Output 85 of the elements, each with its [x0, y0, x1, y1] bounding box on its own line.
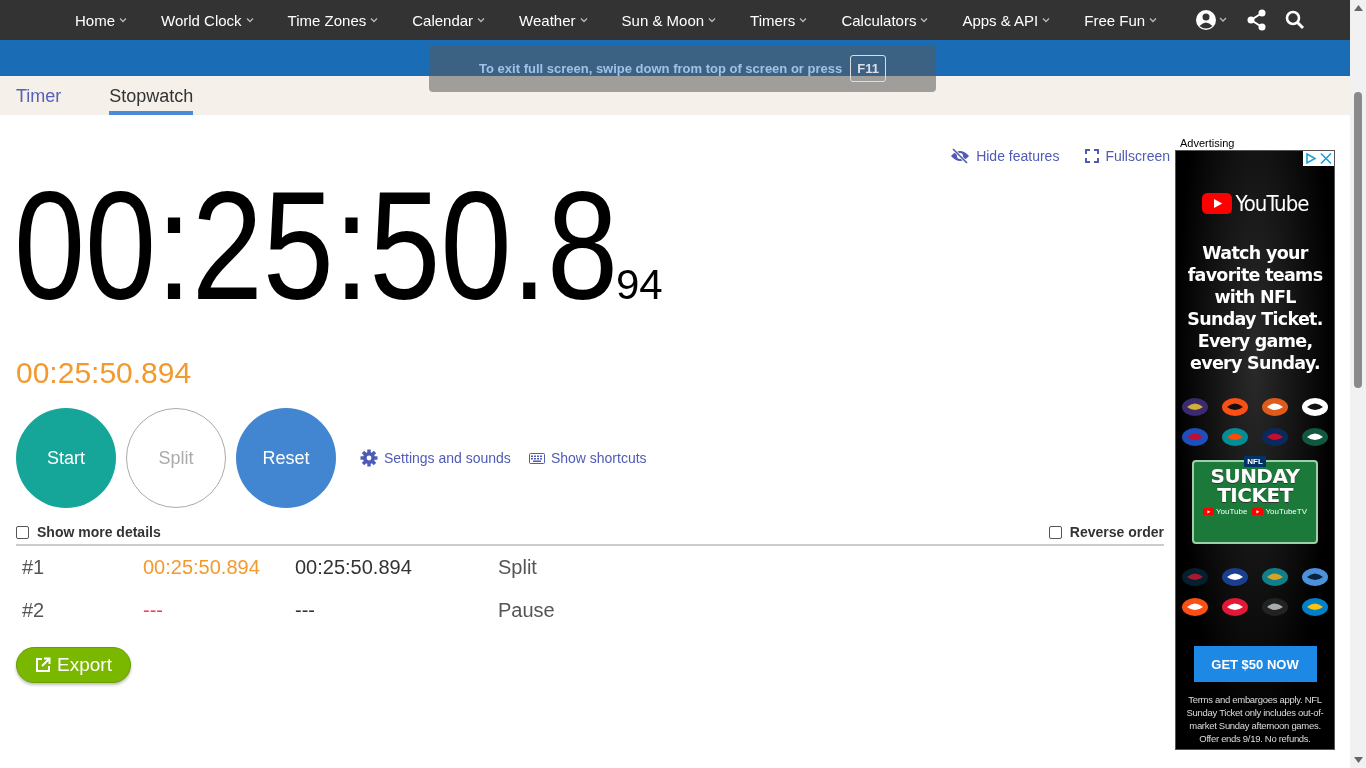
ticket-title: TICKET — [1217, 486, 1293, 505]
team-logo-icon — [1221, 596, 1249, 618]
play-logo-icon — [1201, 193, 1232, 214]
scroll-up-icon[interactable] — [1353, 5, 1363, 11]
close-icon[interactable] — [1318, 151, 1334, 166]
ad-label: Advertising — [1180, 137, 1236, 150]
scrollbar[interactable] — [1350, 0, 1366, 768]
ad-headline: Watch your favorite teams with NFL Sunday Ticket. Every game, every Sunday. — [1186, 242, 1324, 374]
team-logo-icon — [1181, 596, 1209, 618]
nav-menu-item[interactable]: Time Zones — [287, 11, 379, 29]
total-time: 00:25:50.894 — [16, 356, 193, 390]
ad-banner[interactable] — [1175, 150, 1335, 750]
team-logo-icon — [1181, 566, 1209, 588]
play-logo-icon — [1202, 507, 1214, 516]
team-logo-icon — [1221, 396, 1249, 418]
partner-name: YouTube — [1215, 507, 1248, 516]
lap-type: Split — [498, 556, 538, 579]
lap-total-time: 00:25:50.894 — [295, 556, 413, 579]
eye-crossed-icon — [950, 148, 971, 164]
team-logo-icon — [1261, 396, 1289, 418]
team-logo-icon — [1261, 566, 1289, 588]
chevron-icon — [920, 17, 929, 23]
ad-cta-button[interactable]: GET $50 NOW — [1193, 646, 1317, 682]
ad-brand: YouTube — [1235, 191, 1309, 216]
team-logo-icon — [1301, 566, 1329, 588]
lap-type: Pause — [498, 599, 556, 622]
chevron-icon — [119, 17, 127, 23]
shortcuts-link[interactable]: Show shortcuts — [528, 450, 647, 466]
external-link-icon — [35, 657, 51, 673]
tab[interactable]: Stopwatch — [109, 76, 194, 115]
chevron-icon — [477, 17, 486, 23]
nav-menu-item[interactable]: Calendar — [412, 11, 486, 29]
checkbox[interactable] — [1048, 525, 1062, 539]
nav-menu-item[interactable]: Weather — [519, 11, 588, 29]
ticket-title: SUNDAY — [1210, 467, 1300, 486]
team-logo-icon — [1261, 426, 1289, 448]
lap-time: 00:25:50.894 — [143, 556, 261, 579]
nav-menu-item[interactable]: World Clock — [161, 11, 254, 29]
checkbox-label: Show more details — [37, 524, 161, 540]
scroll-down-icon[interactable] — [1353, 757, 1363, 763]
nav-menu-item[interactable]: Free Fun — [1084, 11, 1158, 29]
reset-button[interactable]: Reset — [236, 408, 336, 508]
notice-text: To exit full screen, swipe down from top of screen or press — [479, 61, 843, 76]
team-logo-icon — [1301, 596, 1329, 618]
chevron-icon — [245, 17, 254, 23]
play-logo-icon — [1252, 507, 1264, 516]
keyboard-icon — [528, 452, 545, 464]
team-logo-icon — [1301, 396, 1329, 418]
lap-time: --- — [143, 599, 164, 622]
team-logo-icon — [1221, 426, 1249, 448]
chevron-icon — [1149, 17, 1158, 23]
lap-number: #2 — [22, 599, 46, 622]
nav-menu-item[interactable]: Sun & Moon — [621, 11, 717, 29]
chevron-icon — [799, 17, 808, 23]
nav-menu-item[interactable]: Home — [75, 11, 127, 29]
share-icon[interactable] — [1247, 9, 1268, 31]
checkbox[interactable] — [16, 525, 29, 539]
tab[interactable]: Timer — [16, 76, 62, 115]
lap-total-time: --- — [295, 599, 316, 622]
nav-menu-item[interactable]: Calculators — [841, 11, 929, 29]
chevron-icon — [579, 17, 588, 23]
scrollbar-thumb[interactable] — [1354, 92, 1362, 388]
team-logo-icon — [1181, 426, 1209, 448]
search-icon[interactable] — [1285, 10, 1306, 30]
settings-link[interactable]: Settings and sounds — [360, 449, 511, 467]
settings-icon — [360, 449, 378, 467]
league-badge: NFL — [1244, 456, 1266, 467]
adchoices-icon[interactable] — [1303, 151, 1318, 166]
chevron-icon — [1042, 17, 1051, 23]
nav-menu-item[interactable]: Timers — [750, 11, 808, 29]
partner-name: YouTubeTV — [1265, 507, 1308, 516]
team-logo-icon — [1261, 596, 1289, 618]
toolbar-link[interactable]: Hide features — [950, 148, 1060, 164]
team-logo-icon — [1301, 426, 1329, 448]
ad-terms: Terms and embargoes apply. NFL Sunday Ticket only includes out-of-market Sunday afternoon games. Offer ends 9/19. No refunds. — [1185, 693, 1325, 745]
team-logo-icon — [1181, 396, 1209, 418]
lap-number: #1 — [22, 556, 46, 579]
toolbar-link[interactable]: Fullscreen — [1085, 148, 1170, 164]
nav-menu-item[interactable]: Apps & API — [962, 11, 1051, 29]
team-logo-icon — [1221, 566, 1249, 588]
chevron-icon — [708, 17, 717, 23]
fullscreen-icon — [1085, 149, 1100, 163]
chevron-icon — [370, 17, 379, 23]
key-label: F11 — [850, 55, 886, 82]
checkbox-label: Reverse order — [1069, 524, 1164, 540]
